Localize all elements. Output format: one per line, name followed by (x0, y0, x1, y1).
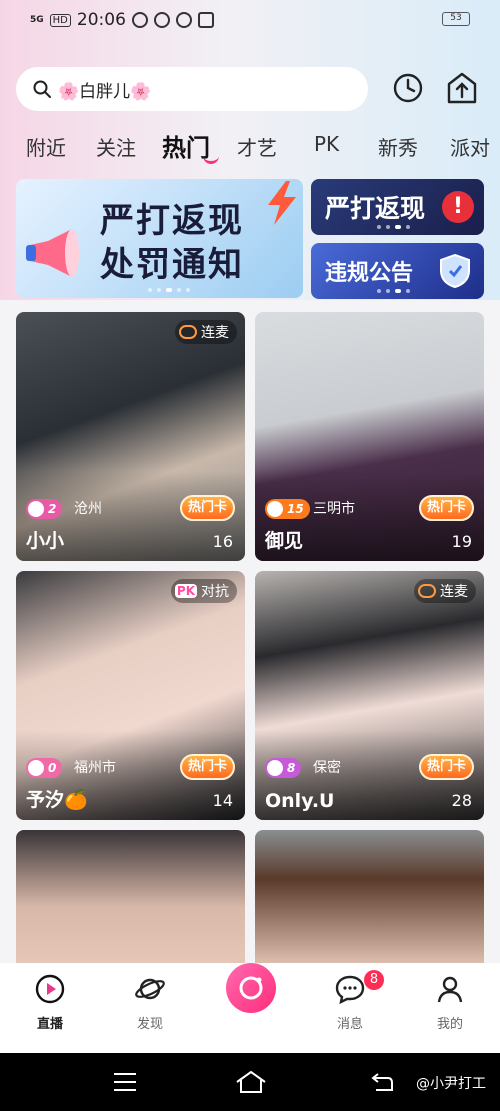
carousel-dots (377, 289, 410, 293)
go-live-button[interactable] (226, 963, 276, 1013)
hd-indicator: HD (49, 13, 71, 27)
upload-icon[interactable] (444, 70, 480, 106)
hot-card-badge: 热门卡 (418, 754, 474, 780)
status-bar: 5G HD 20:06 53 (0, 0, 500, 38)
carousel-dots (377, 225, 410, 229)
bottom-nav: 直播 发现 消息 我的 (0, 963, 500, 1053)
pk-icon: PK (174, 584, 197, 598)
level-badge: 8 (265, 758, 302, 778)
battery-indicator: 53 (442, 12, 470, 26)
live-card[interactable]: 15 三明市 热门卡 御见 19 (255, 312, 484, 561)
hot-card-badge: 热门卡 (179, 754, 235, 780)
banner-title-line1: 严打返现 (100, 201, 244, 241)
category-tabs: 附近 关注 热门 才艺 PK 新秀 派对 (0, 126, 500, 166)
carousel-dots (148, 288, 190, 292)
notification-icon (131, 12, 148, 28)
nav-discover[interactable]: 发现 (120, 973, 180, 1032)
warning-icon: ! (442, 191, 474, 223)
camera-icon (239, 976, 263, 1000)
streamer-name: Only.U (265, 790, 335, 812)
watermark: @小尹打工 (416, 1076, 486, 1092)
link-icon (179, 325, 197, 339)
notification-icon (175, 12, 192, 28)
location-label: 三明市 (313, 501, 355, 517)
tab-following[interactable]: 关注 (96, 132, 136, 161)
side-banner-title: 违规公告 (325, 261, 414, 286)
live-card[interactable]: 连麦 8 保密 热门卡 Only.U 28 (255, 571, 484, 820)
lightning-icon (268, 181, 296, 225)
live-card[interactable]: 连麦 2 沧州 热门卡 小小 16 (16, 312, 245, 561)
home-icon[interactable] (234, 1069, 268, 1095)
hot-card-badge: 热门卡 (418, 495, 474, 521)
stream-thumbnail (255, 830, 484, 970)
tab-pk[interactable]: PK (314, 132, 339, 156)
streamer-name: 予汐🍊 (26, 789, 88, 811)
gem-icon (28, 760, 44, 776)
notification-icon (153, 12, 170, 28)
message-count-badge: 8 (364, 970, 384, 990)
co-stream-badge: 连麦 (414, 579, 476, 603)
search-bar[interactable]: 🌸白胖儿🌸 (16, 67, 368, 111)
live-icon (35, 974, 65, 1004)
viewer-count: 19 (451, 532, 472, 551)
location-label: 保密 (313, 760, 341, 776)
pk-battle-badge: PK 对抗 (170, 579, 237, 603)
co-stream-badge: 连麦 (175, 320, 237, 344)
main-banner[interactable]: 严打返现 处罚通知 (16, 179, 303, 298)
live-card[interactable]: PK 对抗 0 福州市 热门卡 予汐🍊 14 (16, 571, 245, 820)
search-placeholder: 🌸白胖儿🌸 (58, 81, 152, 102)
level-badge: 0 (26, 758, 63, 778)
banner-title-line2: 处罚通知 (100, 245, 244, 285)
hot-card-badge: 热门卡 (179, 495, 235, 521)
gem-icon (267, 760, 283, 776)
shield-icon (440, 253, 470, 289)
location-label: 沧州 (74, 501, 102, 517)
status-time: 20:06 (76, 10, 126, 30)
live-card[interactable] (255, 830, 484, 970)
level-badge: 15 (265, 499, 310, 519)
viewer-count: 16 (212, 532, 233, 551)
link-icon (418, 584, 436, 598)
viewer-count: 28 (451, 791, 472, 810)
menu-icon[interactable] (112, 1071, 138, 1093)
streamer-name: 小小 (26, 530, 65, 552)
nav-me[interactable]: 我的 (420, 973, 480, 1032)
tab-party[interactable]: 派对 (450, 132, 490, 161)
profile-icon (437, 976, 463, 1003)
tab-talent[interactable]: 才艺 (237, 132, 277, 161)
notification-icon (197, 12, 214, 28)
planet-icon (135, 978, 165, 1000)
history-icon[interactable] (390, 70, 426, 106)
side-banner-violation[interactable]: 违规公告 (311, 243, 484, 299)
tab-newcomer[interactable]: 新秀 (378, 132, 418, 161)
network-indicator: 5G (30, 14, 44, 25)
streamer-name: 御见 (265, 530, 304, 552)
megaphone-icon (26, 229, 79, 277)
system-nav-bar: @小尹打工 (0, 1053, 500, 1111)
tab-nearby[interactable]: 附近 (26, 132, 66, 161)
location-label: 福州市 (74, 760, 116, 776)
gem-icon (28, 501, 44, 517)
chat-icon (335, 975, 365, 1005)
live-card[interactable] (16, 830, 245, 970)
stream-thumbnail (16, 830, 245, 970)
viewer-count: 14 (212, 791, 233, 810)
search-icon (33, 80, 51, 98)
side-banner-title: 严打返现 (325, 194, 426, 223)
back-icon[interactable] (370, 1071, 394, 1093)
nav-live[interactable]: 直播 (20, 973, 80, 1032)
level-badge: 2 (26, 499, 63, 519)
side-banner-crackdown[interactable]: 严打返现 ! (311, 179, 484, 235)
gem-icon (267, 501, 283, 517)
